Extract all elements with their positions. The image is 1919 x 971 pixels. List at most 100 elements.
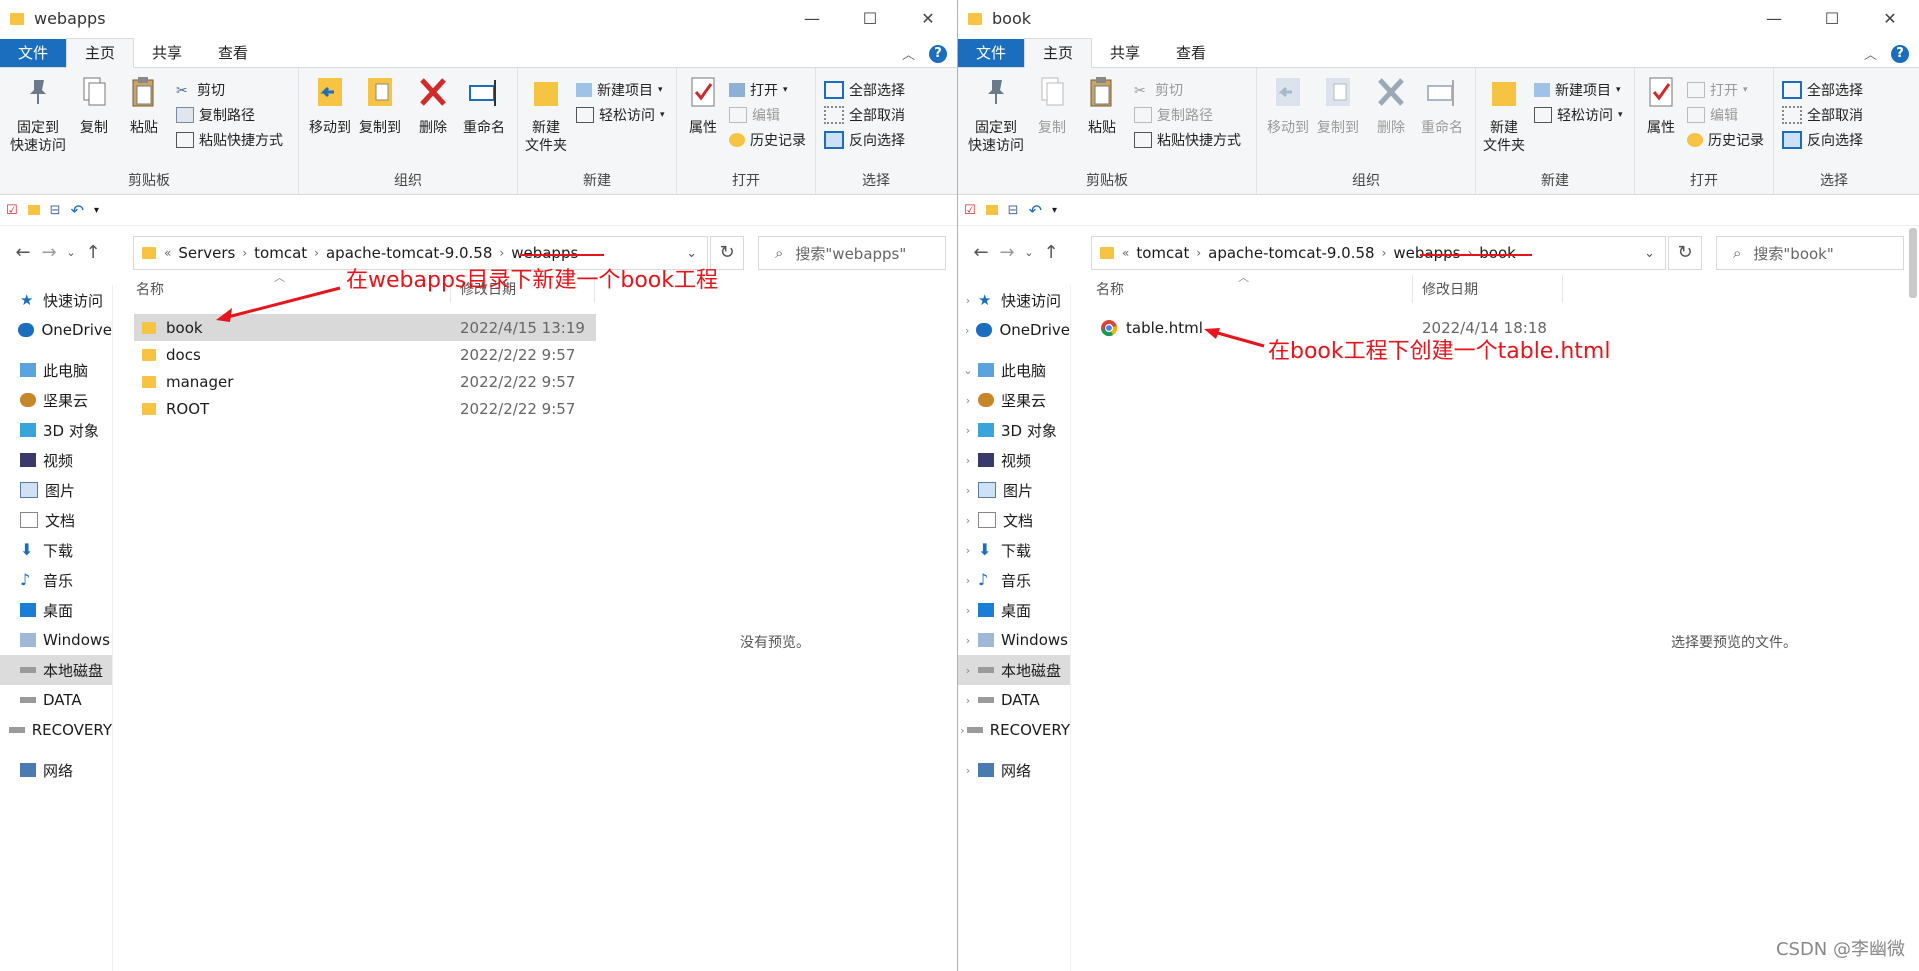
rename-button[interactable]: 重命名 (1417, 74, 1467, 137)
breadcrumb-tomcat[interactable]: tomcat (247, 244, 314, 262)
chevron-right-icon[interactable]: › (958, 764, 978, 777)
new-item-button[interactable]: 新建项目 ▾ (1534, 80, 1621, 100)
paste-button[interactable]: 粘贴 (124, 74, 164, 137)
collapse-ribbon-icon[interactable]: ︿ (902, 44, 915, 63)
chevron-right-icon[interactable]: › (958, 724, 967, 737)
easy-access-button[interactable]: 轻松访问 ▾ (576, 105, 665, 125)
tab-home[interactable]: 主页 (66, 38, 135, 68)
overflow-icon[interactable]: « (164, 246, 171, 260)
back-icon[interactable]: ← (968, 242, 994, 263)
sidebar-item-3d-objects[interactable]: 3D 对象 (0, 415, 112, 445)
up-icon[interactable]: ↑ (1038, 242, 1064, 263)
column-name[interactable]: 名称 (1096, 279, 1124, 299)
chevron-right-icon[interactable]: › (958, 544, 978, 557)
sidebar-item-documents[interactable]: 文档 (0, 505, 112, 535)
new-folder-button[interactable]: 新建 文件夹 (1480, 74, 1528, 155)
select-none-button[interactable]: 全部取消 (824, 105, 905, 125)
undo-icon[interactable]: ↶ (71, 201, 84, 220)
invert-selection-button[interactable]: 反向选择 (824, 130, 905, 150)
select-all-button[interactable]: 全部选择 (1782, 80, 1863, 100)
breadcrumb-apache-tomcat[interactable]: apache-tomcat-9.0.58 (1201, 244, 1381, 262)
sidebar-item-music[interactable]: ♪ 音乐 (0, 565, 112, 595)
sidebar-item-videos[interactable]: › 视频 (958, 445, 1070, 475)
sidebar-item-quick-access[interactable]: ★ 快速访问 (0, 285, 112, 315)
back-icon[interactable]: ← (10, 242, 36, 263)
pin-quick-access-button[interactable]: 固定到 快速访问 (966, 74, 1026, 155)
search-input[interactable]: ⌕ 搜索"webapps" (758, 236, 946, 270)
list-item[interactable]: docs 2022/2/22 9:57 (134, 341, 596, 368)
copy-path-button[interactable]: 复制路径 (176, 105, 255, 125)
pin-qat-icon[interactable]: ⊟ (50, 203, 61, 218)
list-item[interactable]: manager 2022/2/22 9:57 (134, 368, 596, 395)
sidebar-item-this-pc[interactable]: 此电脑 (0, 355, 112, 385)
new-item-button[interactable]: 新建项目 ▾ (576, 80, 663, 100)
tab-share[interactable]: 共享 (134, 39, 200, 67)
collapse-ribbon-icon[interactable]: ︿ (1864, 44, 1877, 63)
chevron-right-icon[interactable]: › (958, 634, 978, 647)
sidebar-item-onedrive[interactable]: › OneDrive (958, 315, 1070, 345)
maximize-button[interactable]: ☐ (1803, 0, 1861, 37)
recent-locations-icon[interactable]: ⌄ (62, 246, 80, 259)
tab-share[interactable]: 共享 (1092, 39, 1158, 67)
new-folder-button[interactable]: 新建 文件夹 (522, 74, 570, 155)
refresh-icon[interactable]: ↻ (1668, 236, 1702, 270)
rename-button[interactable]: 重命名 (459, 74, 509, 137)
sidebar-item-network[interactable]: 网络 (0, 755, 112, 785)
copy-path-button[interactable]: 复制路径 (1134, 105, 1213, 125)
sidebar-item-recovery[interactable]: RECOVERY (0, 715, 112, 745)
maximize-button[interactable]: ☐ (841, 0, 899, 37)
overflow-icon[interactable]: « (1122, 246, 1129, 260)
search-input[interactable]: ⌕ 搜索"book" (1716, 236, 1904, 270)
open-button[interactable]: 打开 ▾ (729, 80, 788, 100)
chevron-right-icon[interactable]: › (958, 604, 978, 617)
sidebar-item-local-disk[interactable]: 本地磁盘 (0, 655, 112, 685)
up-icon[interactable]: ↑ (80, 242, 106, 263)
chevron-right-icon[interactable]: › (958, 514, 978, 527)
breadcrumb-tomcat[interactable]: tomcat (1129, 244, 1196, 262)
sidebar-item-desktop[interactable]: › 桌面 (958, 595, 1070, 625)
address-dropdown-icon[interactable]: ⌄ (1644, 246, 1655, 261)
history-button[interactable]: 历史记录 (1687, 130, 1764, 150)
properties-qat-icon[interactable]: ☑ (964, 203, 976, 218)
copy-to-button[interactable]: 复制到 (355, 74, 405, 137)
chevron-right-icon[interactable]: › (958, 324, 976, 337)
tab-view[interactable]: 查看 (1158, 39, 1224, 67)
tab-home[interactable]: 主页 (1024, 38, 1093, 68)
sidebar-item-videos[interactable]: 视频 (0, 445, 112, 475)
column-date[interactable]: 修改日期 (1422, 279, 1478, 299)
column-name[interactable]: 名称 (136, 279, 164, 299)
sidebar-item-desktop[interactable]: 桌面 (0, 595, 112, 625)
cut-button[interactable]: ✂ 剪切 (1134, 80, 1183, 100)
chevron-down-icon[interactable]: ⌄ (958, 364, 978, 377)
properties-button[interactable]: 属性 (1641, 74, 1681, 137)
chevron-right-icon[interactable]: › (958, 574, 978, 587)
minimize-button[interactable]: — (1745, 0, 1803, 37)
select-none-button[interactable]: 全部取消 (1782, 105, 1863, 125)
paste-shortcut-button[interactable]: 粘贴快捷方式 (176, 130, 283, 150)
chevron-right-icon[interactable]: › (958, 694, 978, 707)
sidebar-item-music[interactable]: › ♪ 音乐 (958, 565, 1070, 595)
chevron-right-icon[interactable]: › (958, 454, 978, 467)
properties-qat-icon[interactable]: ☑ (6, 203, 18, 218)
help-icon[interactable]: ? (929, 44, 947, 63)
close-button[interactable]: ✕ (1861, 0, 1919, 37)
forward-icon[interactable]: → (994, 242, 1020, 263)
sidebar-item-this-pc[interactable]: ⌄ 此电脑 (958, 355, 1070, 385)
sidebar-item-documents[interactable]: › 文档 (958, 505, 1070, 535)
properties-button[interactable]: 属性 (683, 74, 723, 137)
edit-button[interactable]: 编辑 (1687, 105, 1738, 125)
history-button[interactable]: 历史记录 (729, 130, 806, 150)
delete-button[interactable]: 删除 (1371, 74, 1411, 137)
list-item[interactable]: book 2022/4/15 13:19 (134, 314, 596, 341)
copy-button[interactable]: 复制 (1032, 74, 1072, 137)
chevron-right-icon[interactable]: › (958, 394, 978, 407)
list-item[interactable]: ROOT 2022/2/22 9:57 (134, 395, 596, 422)
new-folder-qat-icon[interactable] (985, 205, 998, 215)
breadcrumb-apache-tomcat[interactable]: apache-tomcat-9.0.58 (319, 244, 499, 262)
edit-button[interactable]: 编辑 (729, 105, 780, 125)
undo-icon[interactable]: ↶ (1029, 201, 1042, 220)
chevron-right-icon[interactable]: › (958, 484, 978, 497)
help-icon[interactable]: ? (1891, 44, 1909, 63)
paste-button[interactable]: 粘贴 (1082, 74, 1122, 137)
chevron-right-icon[interactable]: › (958, 664, 978, 677)
